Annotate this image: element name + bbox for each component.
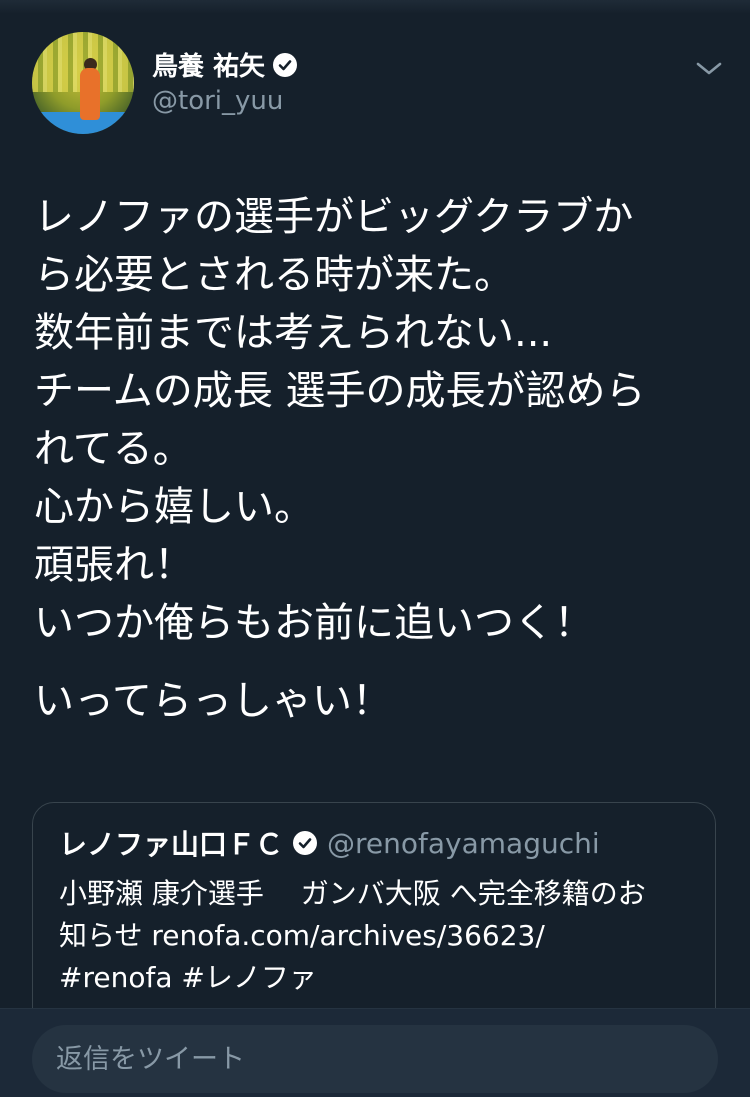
quoted-tweet-card[interactable]: レノファ山口ＦＣ @renofayamaguchi 小野瀬 康介選手 ガンバ大阪…	[32, 802, 716, 1042]
quoted-author-handle: @renofayamaguchi	[327, 826, 600, 860]
author-handle[interactable]: @tori_yuu	[152, 86, 283, 116]
tweet-line: 数年前までは考えられない...	[34, 310, 553, 356]
tweet-text: レノファの選手がビッグクラブか ら必要とされる時が来た。 数年前までは考えられな…	[34, 188, 724, 730]
tweet-closing-line: いってらっしゃい！	[34, 678, 392, 724]
chevron-down-icon[interactable]	[694, 56, 724, 80]
avatar[interactable]	[32, 32, 134, 134]
tweet-line: 心から嬉しい。	[34, 484, 314, 530]
quoted-line: 知らせ renofa.com/archives/36623/	[59, 919, 545, 952]
verified-badge-icon	[293, 831, 318, 855]
tweet-line: 頑張れ！	[34, 542, 194, 588]
quoted-line: #renofa #レノファ	[59, 961, 317, 994]
tweet-line: レノファの選手がビッグクラブか	[34, 194, 634, 240]
reply-bar	[0, 1008, 750, 1097]
reply-input[interactable]	[32, 1025, 718, 1093]
author-name-row[interactable]: 鳥養 祐矢	[152, 46, 298, 83]
avatar-player	[80, 68, 100, 120]
tweet-line: れてる。	[34, 426, 193, 472]
tweet-line: ら必要とされる時が来た。	[34, 252, 514, 298]
status-bar-remnant	[0, 0, 750, 14]
quoted-tweet-header: レノファ山口ＦＣ @renofayamaguchi	[59, 823, 600, 863]
quoted-line: 小野瀬 康介選手 ガンバ大阪 へ完全移籍のお	[59, 877, 646, 910]
quoted-tweet-text: 小野瀬 康介選手 ガンバ大阪 へ完全移籍のお 知らせ renofa.com/ar…	[59, 873, 699, 999]
quoted-author-name: レノファ山口ＦＣ	[59, 828, 284, 861]
tweet-line: いつか俺らもお前に追いつく！	[34, 600, 594, 646]
tweet-line: チームの成長 選手の成長が認めら	[34, 368, 646, 414]
verified-badge-icon	[273, 52, 298, 77]
author-display-name: 鳥養 祐矢	[152, 52, 266, 82]
